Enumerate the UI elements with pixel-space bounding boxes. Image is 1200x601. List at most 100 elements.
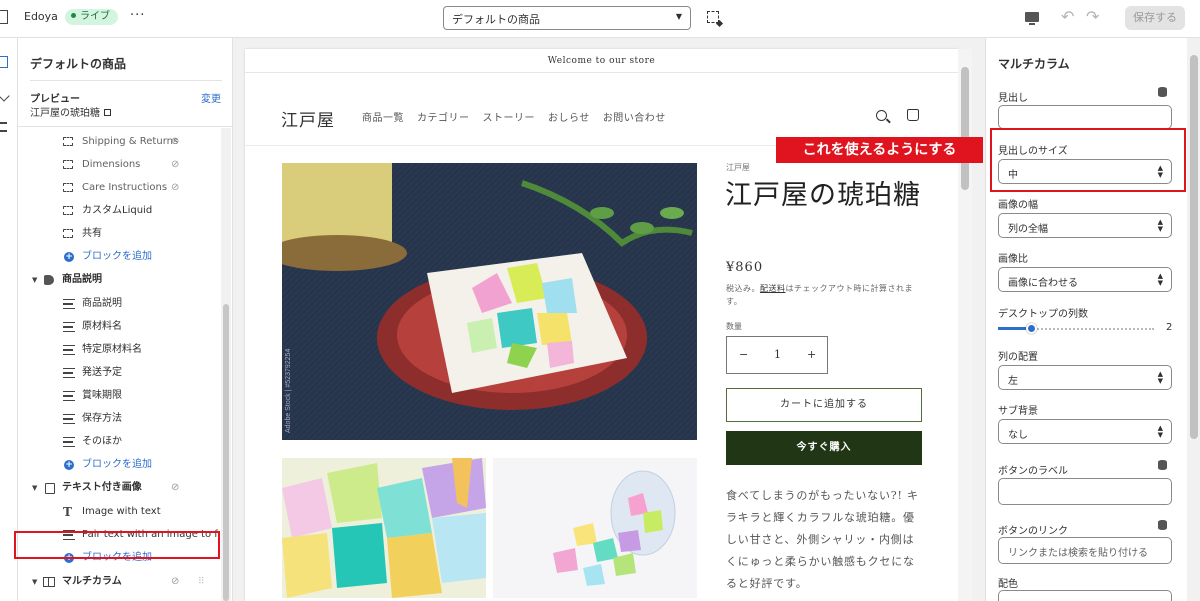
product-description: 食べてしまうのがもったいない?! キラキラと輝くカラフルな琥珀糖。優しい甘さと、… bbox=[726, 489, 919, 590]
add-to-cart-button[interactable]: カートに追加する bbox=[726, 388, 922, 422]
chevron-down-icon[interactable]: ▼ bbox=[32, 477, 37, 499]
more-actions-button[interactable]: ··· bbox=[130, 8, 145, 23]
tree-item-care-instructions[interactable]: Care Instructions ⊘ bbox=[18, 177, 218, 199]
save-button[interactable]: 保存する bbox=[1125, 6, 1185, 30]
tree-item-best-before[interactable]: 賞味期限 bbox=[18, 385, 218, 407]
tree-item-share[interactable]: 共有 bbox=[18, 223, 218, 245]
tree-item-ingredients[interactable]: 原材料名 bbox=[18, 316, 218, 338]
add-block-button[interactable]: + ブロックを追加 bbox=[18, 454, 218, 476]
text-lines-icon bbox=[63, 414, 75, 424]
tree-item-storage[interactable]: 保存方法 bbox=[18, 408, 218, 430]
add-icon: + bbox=[64, 460, 74, 470]
eye-off-icon[interactable]: ⊘ bbox=[171, 154, 179, 176]
image-width-select[interactable]: 列の全幅 ▲ ▼ bbox=[998, 213, 1172, 238]
tax-note-prefix: 税込み。 bbox=[726, 284, 760, 293]
sections-icon[interactable] bbox=[0, 56, 8, 68]
external-link-icon[interactable] bbox=[104, 109, 111, 116]
text-lines-icon bbox=[63, 437, 75, 447]
product-title: 江戸屋の琥珀糖 bbox=[725, 180, 921, 211]
button-link-placeholder: リンクまたは検索を貼り付ける bbox=[1008, 548, 1148, 559]
redo-icon[interactable]: ↷ bbox=[1086, 7, 1099, 26]
scrollbar-thumb[interactable] bbox=[961, 67, 969, 190]
sub-background-select[interactable]: なし ▲ ▼ bbox=[998, 419, 1172, 444]
dynamic-source-icon[interactable] bbox=[1158, 87, 1167, 97]
inspect-icon[interactable] bbox=[707, 11, 719, 23]
nav-link[interactable]: おしらせ bbox=[548, 113, 590, 124]
theme-settings-icon[interactable] bbox=[0, 90, 10, 102]
quantity-label: 数量 bbox=[726, 322, 742, 331]
nav-link[interactable]: 商品一覧 bbox=[362, 113, 404, 124]
eye-off-icon[interactable]: ⊘ bbox=[171, 571, 179, 593]
eye-off-icon[interactable]: ⊘ bbox=[171, 477, 179, 499]
tree-item-label: Dimensions bbox=[82, 159, 141, 170]
eye-off-icon[interactable]: ⊘ bbox=[171, 131, 179, 153]
column-align-select[interactable]: 左 ▲ ▼ bbox=[998, 365, 1172, 390]
tree-section-product-description[interactable]: ▼ 商品説明 bbox=[18, 269, 218, 291]
top-bar: Edoya ライブ ··· デフォルトの商品 ▼ ↶ ↷ 保存する bbox=[0, 0, 1200, 38]
text-lines-icon bbox=[63, 391, 75, 401]
exit-icon[interactable] bbox=[0, 10, 8, 24]
product-thumbnail[interactable] bbox=[282, 458, 486, 598]
color-scheme-select[interactable] bbox=[998, 590, 1172, 601]
tree-section-image-with-text[interactable]: ▼ テキスト付き画像 ⊘ bbox=[18, 477, 218, 499]
tree-section-multicolumn[interactable]: ▼ マルチカラム ⊘ ⠿ bbox=[18, 571, 218, 593]
add-icon: + bbox=[64, 252, 74, 262]
tree-item-image-with-text-heading[interactable]: T Image with text bbox=[18, 501, 218, 523]
slider-handle[interactable] bbox=[1026, 323, 1037, 334]
color-scheme-label: 配色 bbox=[998, 579, 1018, 590]
scrollbar[interactable] bbox=[1187, 38, 1200, 601]
select-arrows-icon: ▲ ▼ bbox=[1157, 218, 1163, 233]
preview-label: プレビュー bbox=[30, 94, 80, 105]
image-ratio-label: 画像比 bbox=[998, 254, 1028, 265]
annotation-highlight-heading-size bbox=[990, 128, 1186, 192]
quantity-plus-button[interactable]: + bbox=[807, 348, 816, 361]
dynamic-source-icon[interactable] bbox=[1158, 460, 1167, 470]
annotation-callout: これを使えるようにする bbox=[776, 137, 983, 163]
scrollbar[interactable] bbox=[958, 49, 972, 601]
nav-link[interactable]: ストーリー bbox=[483, 113, 536, 124]
cart-icon[interactable] bbox=[907, 109, 919, 121]
scrollbar[interactable] bbox=[221, 128, 231, 601]
preview-change-link[interactable]: 変更 bbox=[201, 90, 221, 105]
store-logo[interactable]: 江戸屋 bbox=[281, 106, 335, 131]
live-badge-label: ライブ bbox=[80, 11, 110, 22]
tree-item-other[interactable]: そのほか bbox=[18, 431, 218, 453]
desktop-preview-icon[interactable] bbox=[1025, 12, 1039, 25]
button-link-label: ボタンのリンク bbox=[998, 526, 1068, 537]
nav-link[interactable]: お問い合わせ bbox=[603, 113, 666, 124]
chevron-down-icon[interactable]: ▼ bbox=[32, 571, 37, 593]
product-thumb-photo bbox=[493, 458, 697, 598]
quantity-input[interactable]: 1 bbox=[774, 348, 781, 361]
scrollbar-thumb[interactable] bbox=[1190, 55, 1198, 439]
tree-item-desc[interactable]: 商品説明 bbox=[18, 293, 218, 315]
tree-item-shipping-schedule[interactable]: 発送予定 bbox=[18, 362, 218, 384]
drag-handle-icon[interactable]: ⠿ bbox=[198, 571, 205, 593]
image-ratio-select[interactable]: 画像に合わせる ▲ ▼ bbox=[998, 267, 1172, 292]
button-label-input[interactable] bbox=[998, 478, 1172, 505]
buy-now-button[interactable]: 今すぐ購入 bbox=[726, 431, 922, 465]
tree-item-allergens[interactable]: 特定原材料名 bbox=[18, 339, 218, 361]
shipping-link[interactable]: 配送料 bbox=[760, 284, 786, 293]
nav-link[interactable]: カテゴリー bbox=[417, 113, 470, 124]
add-block-button[interactable]: + ブロックを追加 bbox=[18, 246, 218, 268]
tree-item-dimensions[interactable]: Dimensions ⊘ bbox=[18, 154, 218, 176]
dynamic-source-icon[interactable] bbox=[1158, 520, 1167, 530]
preview-product[interactable]: 江戸屋の琥珀糖 bbox=[30, 104, 111, 119]
divider bbox=[18, 126, 232, 127]
button-link-input[interactable]: リンクまたは検索を貼り付ける bbox=[998, 537, 1172, 564]
chevron-down-icon[interactable]: ▼ bbox=[32, 269, 37, 291]
product-main-image[interactable]: Adobe Stock | #523792254 bbox=[282, 163, 697, 440]
tree-item-custom-liquid[interactable]: カスタムLiquid bbox=[18, 200, 218, 222]
product-thumbnail[interactable] bbox=[493, 458, 697, 598]
quantity-minus-button[interactable]: − bbox=[739, 348, 748, 361]
search-icon[interactable] bbox=[876, 110, 887, 121]
apps-icon[interactable] bbox=[0, 122, 7, 132]
heading-input[interactable] bbox=[998, 105, 1172, 129]
product-thumb-photo bbox=[282, 458, 486, 598]
tree-item-shipping-returns[interactable]: Shipping & Returns ⊘ bbox=[18, 131, 218, 153]
template-select[interactable]: デフォルトの商品 ▼ bbox=[443, 6, 691, 30]
undo-icon[interactable]: ↶ bbox=[1061, 7, 1074, 26]
store-preview: Welcome to our store 江戸屋 商品一覧 カテゴリー ストーリー お… bbox=[245, 49, 958, 601]
scrollbar-thumb[interactable] bbox=[223, 304, 229, 601]
eye-off-icon[interactable]: ⊘ bbox=[171, 177, 179, 199]
